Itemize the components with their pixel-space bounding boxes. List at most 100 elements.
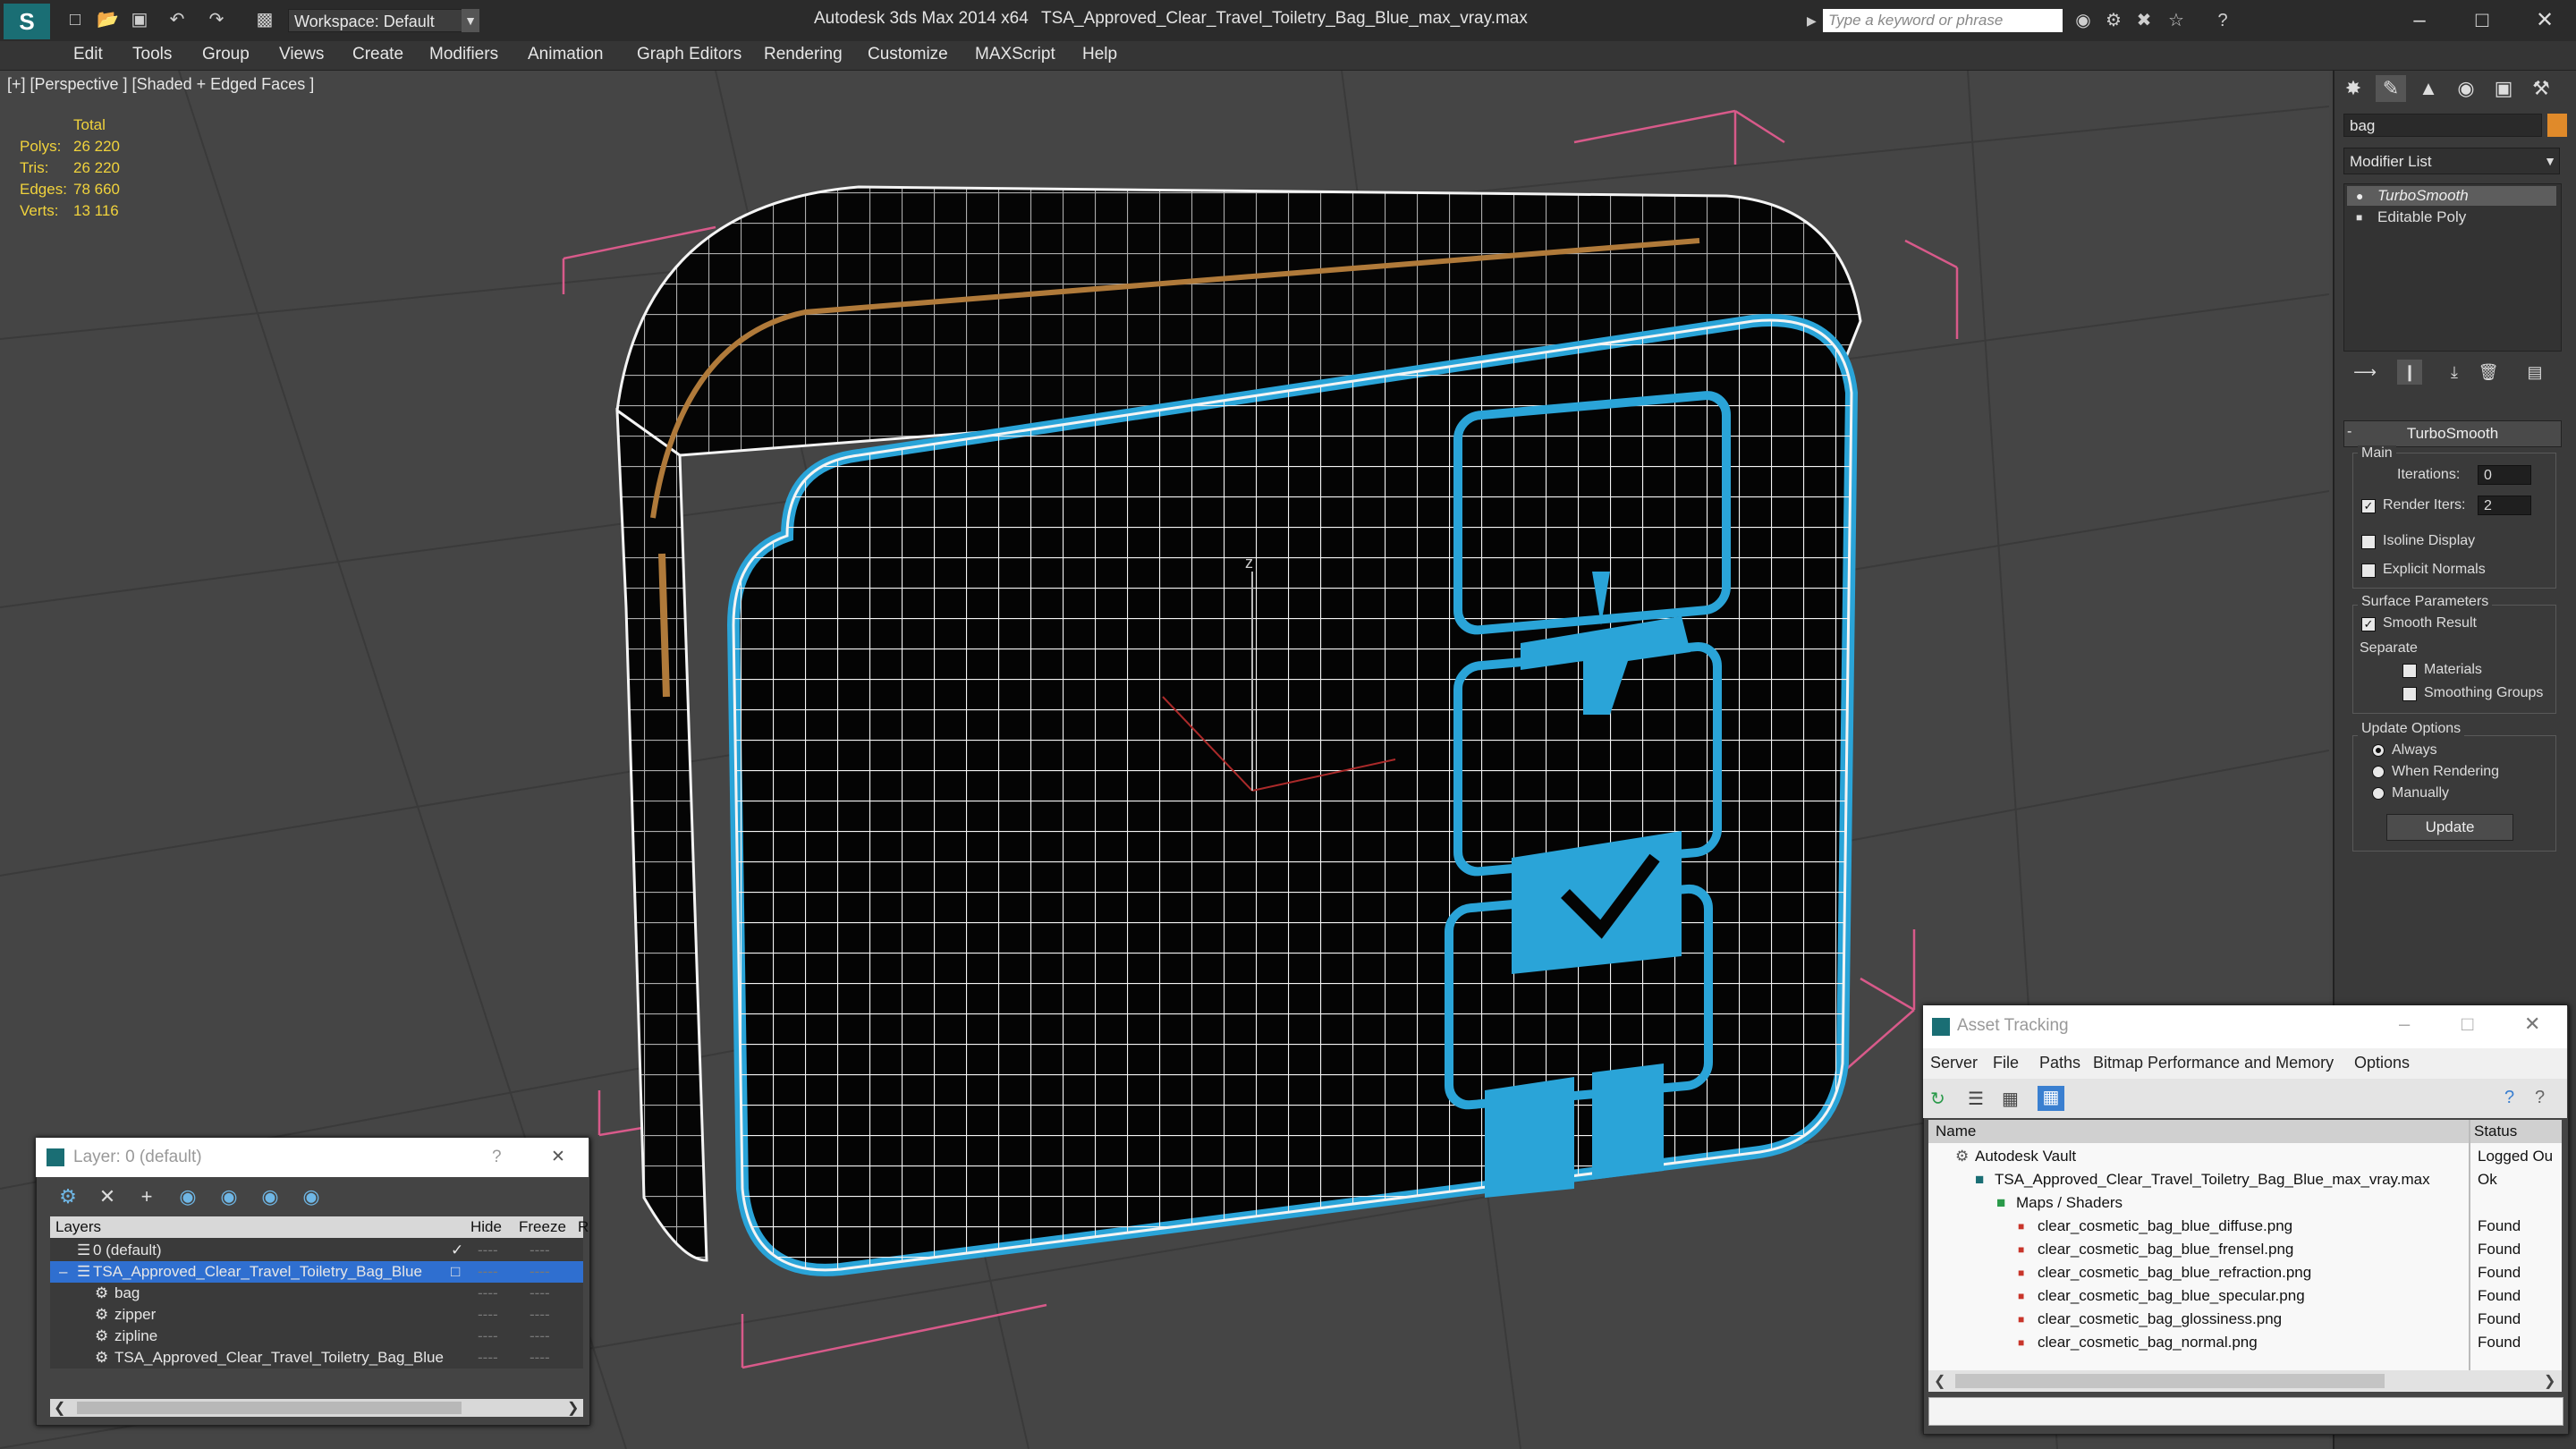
asset-window-titlebar[interactable]: Asset Tracking – □ ✕ <box>1923 1005 2567 1048</box>
current-layer-check-icon[interactable]: ✓ <box>451 1240 463 1261</box>
minimize-icon[interactable]: – <box>2399 1013 2410 1036</box>
asset-menu-bitmap-performance[interactable]: Bitmap Performance and Memory <box>2093 1054 2334 1072</box>
menu-animation[interactable]: Animation <box>528 45 604 64</box>
help-options-icon[interactable]: ? <box>2535 1088 2545 1108</box>
table-row[interactable]: ■ clear_cosmetic_bag_glossiness.png Foun… <box>1928 1308 2562 1331</box>
help-icon[interactable]: ? <box>2504 1088 2514 1108</box>
hide-toggle[interactable]: ---- <box>478 1261 498 1283</box>
workspace-dropdown[interactable]: Workspace: Default <box>288 9 479 32</box>
table-view-icon[interactable]: ▦ <box>2038 1086 2064 1111</box>
save-file-icon[interactable]: ▣ <box>129 9 150 30</box>
maximize-icon[interactable]: □ <box>2462 1013 2473 1036</box>
freeze-all-icon[interactable]: ◉ <box>297 1182 326 1211</box>
hide-toggle[interactable]: ---- <box>478 1326 498 1347</box>
table-row[interactable]: ■ clear_cosmetic_bag_blue_frensel.png Fo… <box>1928 1238 2562 1261</box>
collapse-icon[interactable]: - <box>2347 424 2351 440</box>
column-render[interactable]: R <box>578 1216 589 1238</box>
table-row[interactable]: ■ TSA_Approved_Clear_Travel_Toiletry_Bag… <box>1928 1168 2562 1191</box>
expand-search-icon[interactable]: ▶ <box>1807 9 1821 32</box>
explicit-normals-checkbox[interactable] <box>2361 564 2376 578</box>
menu-create[interactable]: Create <box>352 45 403 64</box>
hide-toggle[interactable]: ---- <box>478 1347 498 1368</box>
asset-menu-paths[interactable]: Paths <box>2039 1054 2080 1072</box>
table-row[interactable]: ■ Maps / Shaders <box>1928 1191 2562 1215</box>
freeze-toggle[interactable]: ---- <box>530 1347 550 1368</box>
menu-help[interactable]: Help <box>1082 45 1117 64</box>
scroll-thumb[interactable] <box>77 1402 462 1414</box>
modifier-list-dropdown[interactable]: Modifier List <box>2343 148 2560 174</box>
horizontal-scrollbar[interactable]: ❮ ❯ <box>1928 1370 2562 1392</box>
minimize-button[interactable]: – <box>2388 4 2451 38</box>
render-iters-spinner[interactable]: 2 <box>2478 496 2531 515</box>
create-layer-icon[interactable]: ⚙ <box>54 1182 82 1211</box>
hide-all-icon[interactable]: ◉ <box>256 1182 284 1211</box>
stack-item-turbosmooth[interactable]: TurboSmooth <box>2347 186 2556 206</box>
close-button[interactable]: ✕ <box>2513 4 2576 38</box>
app-logo-icon[interactable]: S <box>4 4 50 39</box>
scroll-right-icon[interactable]: ❯ <box>567 1399 579 1417</box>
pin-stack-icon[interactable]: ⟶ <box>2352 360 2377 385</box>
hide-toggle[interactable]: ---- <box>478 1283 498 1304</box>
column-freeze[interactable]: Freeze <box>519 1216 566 1238</box>
table-row[interactable]: ■ clear_cosmetic_bag_blue_diffuse.png Fo… <box>1928 1215 2562 1238</box>
expand-icon[interactable]: ■ <box>2356 211 2362 224</box>
column-hide[interactable]: Hide <box>470 1216 502 1238</box>
display-tab-icon[interactable]: ▣ <box>2488 75 2519 102</box>
update-button[interactable]: Update <box>2386 814 2513 841</box>
menu-group[interactable]: Group <box>202 45 250 64</box>
menu-modifiers[interactable]: Modifiers <box>429 45 498 64</box>
help-icon[interactable]: ? <box>492 1138 502 1177</box>
make-unique-icon[interactable]: ⤓ <box>2442 360 2467 385</box>
current-layer-box-icon[interactable]: □ <box>451 1261 460 1283</box>
create-tab-icon[interactable]: ✸ <box>2338 75 2368 102</box>
when-rendering-radio[interactable] <box>2372 766 2385 778</box>
motion-tab-icon[interactable]: ◉ <box>2451 75 2481 102</box>
lightbulb-icon[interactable]: ● <box>2356 189 2363 203</box>
hierarchy-tab-icon[interactable]: ▲ <box>2413 75 2444 102</box>
delete-layer-icon[interactable]: ✕ <box>93 1182 122 1211</box>
menu-tools[interactable]: Tools <box>132 45 172 64</box>
menu-rendering[interactable]: Rendering <box>764 45 843 64</box>
redo-icon[interactable]: ↷ <box>206 9 227 30</box>
search-input[interactable]: Type a keyword or phrase <box>1823 9 2063 32</box>
undo-icon[interactable]: ↶ <box>166 9 188 30</box>
asset-menu-server[interactable]: Server <box>1930 1054 1978 1072</box>
utilities-tab-icon[interactable]: ⚒ <box>2526 75 2556 102</box>
table-row[interactable]: – ☰ TSA_Approved_Clear_Travel_Toiletry_B… <box>50 1261 583 1283</box>
table-row[interactable]: ⚙ zipline ---- ---- <box>50 1326 583 1347</box>
object-name-input[interactable]: bag <box>2343 114 2542 137</box>
scroll-left-icon[interactable]: ❮ <box>54 1399 65 1417</box>
iterations-spinner[interactable]: 0 <box>2478 465 2531 485</box>
layer-window-titlebar[interactable]: Layer: 0 (default) ? ✕ <box>36 1138 589 1177</box>
table-row[interactable]: ⚙ TSA_Approved_Clear_Travel_Toiletry_Bag… <box>50 1347 583 1368</box>
smoothing-groups-checkbox[interactable] <box>2402 687 2417 701</box>
freeze-toggle[interactable]: ---- <box>530 1240 550 1261</box>
menu-views[interactable]: Views <box>279 45 324 64</box>
materials-checkbox[interactable] <box>2402 664 2417 678</box>
communication-icon[interactable]: ✖ <box>2132 9 2156 32</box>
menu-maxscript[interactable]: MAXScript <box>975 45 1055 64</box>
collapse-icon[interactable]: – <box>59 1261 67 1283</box>
remove-modifier-icon[interactable]: 🗑 <box>2476 360 2501 385</box>
close-icon[interactable]: ✕ <box>2524 1013 2540 1036</box>
menu-edit[interactable]: Edit <box>73 45 103 64</box>
binoculars-icon[interactable]: ◉ <box>2072 9 2095 32</box>
show-end-result-icon[interactable]: ❙ <box>2397 360 2422 385</box>
column-status[interactable]: Status <box>2474 1120 2517 1143</box>
table-row[interactable]: ⚙ Autodesk Vault Logged Ou <box>1928 1145 2562 1168</box>
thumbnail-view-icon[interactable]: ▦ <box>2002 1088 2023 1109</box>
column-divider[interactable] <box>2469 1120 2470 1370</box>
asset-menu-file[interactable]: File <box>1993 1054 2019 1072</box>
list-view-icon[interactable]: ☰ <box>1968 1088 1989 1109</box>
help-icon[interactable]: ? <box>2211 9 2234 32</box>
stack-item-editable-poly[interactable]: Editable Poly <box>2347 208 2556 227</box>
column-name[interactable]: Name <box>1936 1120 1976 1143</box>
scroll-right-icon[interactable]: ❯ <box>2544 1372 2555 1390</box>
hide-toggle[interactable]: ---- <box>478 1304 498 1326</box>
always-radio[interactable] <box>2372 744 2385 757</box>
horizontal-scrollbar[interactable]: ❮ ❯ <box>50 1399 583 1417</box>
smooth-result-checkbox[interactable]: ✓ <box>2361 617 2376 631</box>
table-row[interactable]: ☰ 0 (default) ✓ ---- ---- <box>50 1240 583 1261</box>
table-row[interactable]: ■ clear_cosmetic_bag_blue_refraction.png… <box>1928 1261 2562 1284</box>
open-file-icon[interactable]: 📂 <box>97 9 119 30</box>
